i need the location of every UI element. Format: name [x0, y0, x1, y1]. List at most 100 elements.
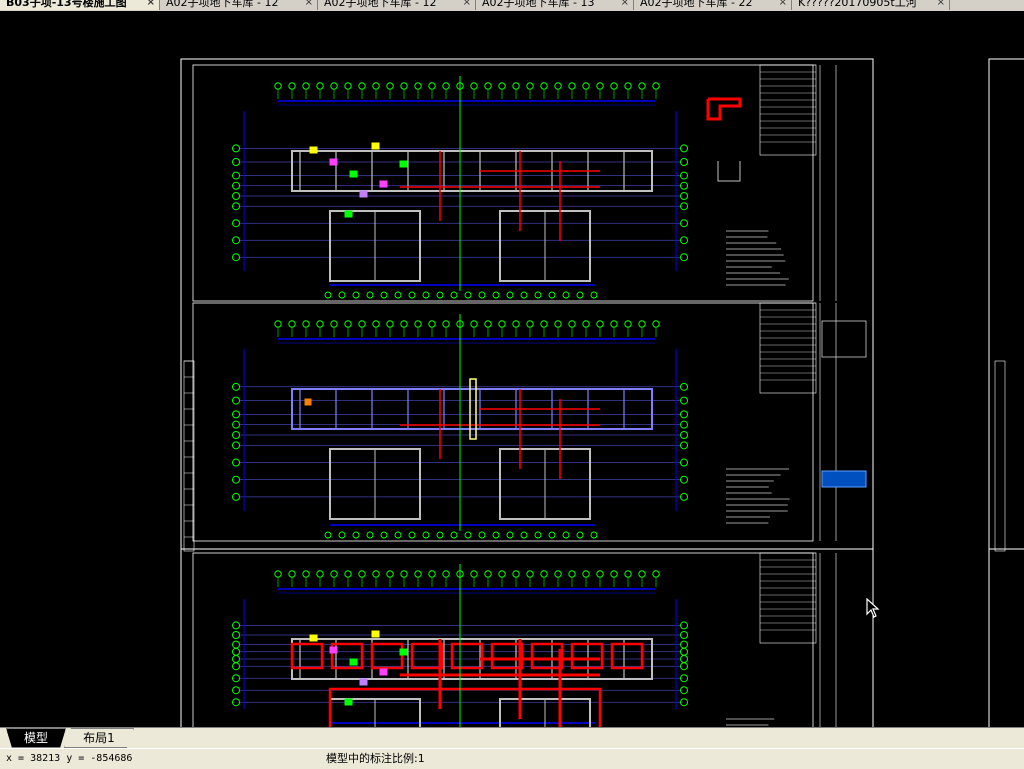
axis-bubble	[471, 83, 477, 89]
table-block	[760, 65, 816, 155]
section-detail	[718, 161, 740, 181]
axis-bubble	[233, 145, 240, 152]
axis-bubble	[507, 292, 513, 298]
axis-bubble	[233, 699, 240, 706]
axis-bubble	[597, 83, 603, 89]
annotation-marker	[330, 647, 337, 653]
axis-bubble	[331, 83, 337, 89]
axis-bubble	[429, 571, 435, 577]
drawing-canvas[interactable]	[0, 11, 1024, 727]
axis-bubble	[233, 203, 240, 210]
coordinate-readout: x = 38213 y = -854686	[6, 749, 132, 769]
close-icon[interactable]: ×	[305, 0, 313, 10]
annotation-scale-label: 模型中的标注比例:1	[326, 749, 425, 769]
shear-wall	[532, 644, 562, 668]
axis-bubble	[401, 83, 407, 89]
axis-bubble	[591, 292, 597, 298]
axis-bubble	[359, 83, 365, 89]
close-icon[interactable]: ×	[463, 0, 471, 10]
axis-bubble	[653, 571, 659, 577]
axis-bubble	[513, 571, 519, 577]
axis-bubble	[681, 411, 688, 418]
axis-bubble	[423, 292, 429, 298]
doc-tab-a02-garage-22[interactable]: A02子项地下车库 - 22 ×	[634, 0, 792, 10]
axis-bubble	[527, 321, 533, 327]
axis-bubble	[233, 442, 240, 449]
tab-model[interactable]: 模型	[6, 728, 66, 748]
axis-bubble	[681, 476, 688, 483]
revision-strip	[995, 361, 1005, 551]
doc-tab-a02-garage-12a[interactable]: A02子项地下车库 - 12 ×	[160, 0, 318, 10]
axis-bubble	[289, 571, 295, 577]
status-bar: x = 38213 y = -854686 模型中的标注比例:1	[0, 748, 1024, 769]
doc-tab-b03-building13[interactable]: B03子项-13号楼施工图 ×	[0, 0, 160, 10]
axis-bubble	[527, 83, 533, 89]
axis-bubble	[535, 292, 541, 298]
axis-bubble	[387, 321, 393, 327]
axis-bubble	[381, 292, 387, 298]
axis-bubble	[499, 321, 505, 327]
shear-wall	[372, 644, 402, 668]
annotation-marker	[380, 669, 387, 675]
axis-bubble	[317, 83, 323, 89]
annotation-marker	[380, 181, 387, 187]
axis-bubble	[395, 532, 401, 538]
axis-bubble	[681, 159, 688, 166]
close-icon[interactable]: ×	[937, 0, 945, 10]
close-icon[interactable]: ×	[779, 0, 787, 10]
axis-bubble	[471, 571, 477, 577]
axis-bubble	[479, 292, 485, 298]
axis-bubble	[563, 532, 569, 538]
axis-bubble	[681, 220, 688, 227]
axis-bubble	[653, 321, 659, 327]
doc-tab-label: B03子项-13号楼施工图	[6, 0, 127, 9]
doc-tab-k-20170905[interactable]: K?????20170905t工河 ×	[792, 0, 950, 10]
axis-bubble	[233, 675, 240, 682]
axis-bubble	[233, 622, 240, 629]
axis-bubble	[345, 83, 351, 89]
axis-bubble	[471, 321, 477, 327]
annotation-marker	[400, 161, 407, 167]
axis-bubble	[423, 532, 429, 538]
mouse-pointer-icon	[866, 598, 880, 618]
axis-bubble	[465, 532, 471, 538]
axis-bubble	[485, 83, 491, 89]
shear-wall	[612, 644, 642, 668]
axis-bubble	[443, 571, 449, 577]
axis-bubble	[639, 321, 645, 327]
axis-bubble	[499, 83, 505, 89]
axis-bubble	[401, 571, 407, 577]
axis-bubble	[289, 321, 295, 327]
axis-bubble	[493, 532, 499, 538]
revision-strip	[184, 361, 194, 551]
axis-bubble	[535, 532, 541, 538]
axis-bubble	[681, 193, 688, 200]
axis-bubble	[429, 321, 435, 327]
doc-tab-a02-garage-12b[interactable]: A02子项地下车库 - 12 ×	[318, 0, 476, 10]
close-icon[interactable]: ×	[621, 0, 629, 10]
axis-bubble	[653, 83, 659, 89]
axis-bubble	[233, 432, 240, 439]
axis-bubble	[233, 648, 240, 655]
axis-bubble	[521, 292, 527, 298]
axis-bubble	[611, 571, 617, 577]
axis-bubble	[409, 292, 415, 298]
axis-bubble	[583, 83, 589, 89]
axis-bubble	[681, 182, 688, 189]
doc-tab-a02-garage-13[interactable]: A02子项地下车库 - 13 ×	[476, 0, 634, 10]
axis-bubble	[681, 254, 688, 261]
axis-bubble	[527, 571, 533, 577]
axis-bubble	[541, 83, 547, 89]
axis-bubble	[233, 159, 240, 166]
axis-bubble	[443, 321, 449, 327]
annotation-marker	[310, 635, 317, 641]
axis-bubble	[345, 571, 351, 577]
axis-bubble	[233, 459, 240, 466]
doc-tab-label: A02子项地下车库 - 12	[324, 0, 436, 9]
axis-bubble	[681, 383, 688, 390]
axis-bubble	[563, 292, 569, 298]
tab-layout1[interactable]: 布局1	[64, 728, 134, 748]
axis-bubble	[583, 321, 589, 327]
close-icon[interactable]: ×	[147, 0, 155, 10]
annotation-marker	[360, 191, 367, 197]
